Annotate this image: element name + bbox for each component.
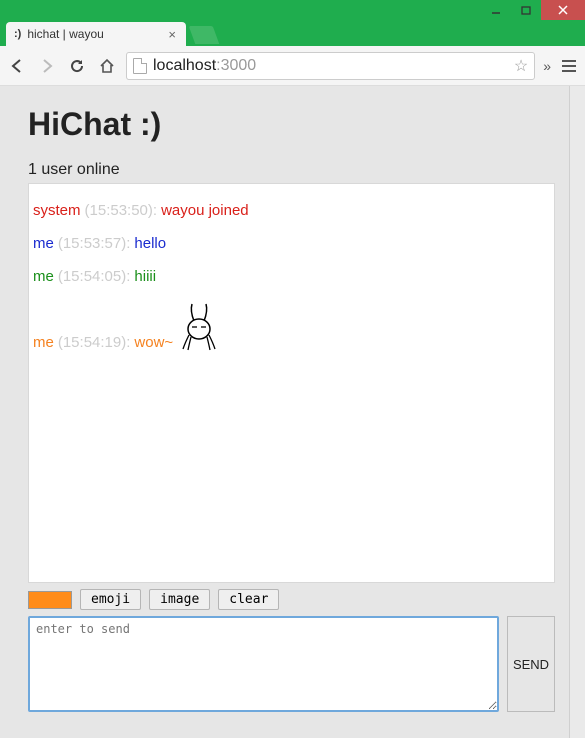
message-sender: me bbox=[33, 268, 54, 285]
tab-close-icon[interactable]: × bbox=[168, 27, 176, 42]
compose-toolbar: emoji image clear bbox=[28, 583, 555, 616]
message-sender: system bbox=[33, 202, 81, 219]
vertical-scrollbar[interactable] bbox=[569, 86, 585, 738]
minimize-button[interactable] bbox=[481, 0, 511, 20]
url-input[interactable]: localhost:3000 ☆ bbox=[126, 52, 535, 80]
user-count: 1 user online bbox=[28, 161, 555, 179]
message-text: wow~ bbox=[134, 334, 173, 351]
message-time: (15:53:57): bbox=[58, 235, 131, 252]
message-time: (15:53:50): bbox=[85, 202, 158, 219]
back-button[interactable] bbox=[6, 55, 28, 77]
image-button[interactable]: image bbox=[149, 589, 210, 610]
close-button[interactable] bbox=[541, 0, 585, 20]
bookmark-star-icon[interactable]: ☆ bbox=[514, 56, 528, 76]
message-text: hiiii bbox=[134, 268, 156, 285]
app-title: HiChat :) bbox=[28, 106, 555, 143]
overflow-chevron-icon[interactable]: » bbox=[543, 58, 551, 74]
browser-window: :) hichat | wayou × localhost:3000 ☆ » bbox=[0, 0, 585, 738]
maximize-button[interactable] bbox=[511, 0, 541, 20]
emoji-button[interactable]: emoji bbox=[80, 589, 141, 610]
forward-button[interactable] bbox=[36, 55, 58, 77]
page-icon bbox=[133, 58, 147, 74]
message-text: wayou joined bbox=[161, 202, 249, 219]
message-row: me(15:53:57):hello bbox=[29, 227, 554, 260]
url-host: localhost bbox=[153, 57, 216, 74]
new-tab-button[interactable] bbox=[189, 26, 220, 44]
message-row: system(15:53:50):wayou joined bbox=[29, 194, 554, 227]
url-port: :3000 bbox=[216, 57, 256, 74]
message-sender: me bbox=[33, 235, 54, 252]
window-title-bar bbox=[0, 0, 585, 20]
bunny-emoji-icon bbox=[177, 301, 221, 351]
address-bar: localhost:3000 ☆ » bbox=[0, 46, 585, 86]
message-input[interactable] bbox=[28, 616, 499, 712]
send-button[interactable]: SEND bbox=[507, 616, 555, 712]
tab-favicon-icon: :) bbox=[14, 28, 21, 40]
message-time: (15:54:19): bbox=[58, 334, 131, 351]
compose-row: SEND bbox=[28, 616, 555, 712]
tab-title: hichat | wayou bbox=[27, 27, 104, 41]
message-row: me(15:54:05):hiiii bbox=[29, 260, 554, 293]
reload-button[interactable] bbox=[66, 55, 88, 77]
message-list: system(15:53:50):wayou joinedme(15:53:57… bbox=[28, 183, 555, 583]
message-text: hello bbox=[134, 235, 166, 252]
message-time: (15:54:05): bbox=[58, 268, 131, 285]
page-content: HiChat :) 1 user online system(15:53:50)… bbox=[0, 86, 585, 738]
clear-button[interactable]: clear bbox=[218, 589, 279, 610]
tab-strip: :) hichat | wayou × bbox=[0, 20, 585, 46]
home-button[interactable] bbox=[96, 55, 118, 77]
hamburger-menu-icon[interactable] bbox=[559, 57, 579, 75]
message-row: me(15:54:19):wow~ bbox=[29, 293, 554, 359]
message-sender: me bbox=[33, 334, 54, 351]
tab-active[interactable]: :) hichat | wayou × bbox=[6, 22, 186, 46]
color-picker[interactable] bbox=[28, 591, 72, 609]
